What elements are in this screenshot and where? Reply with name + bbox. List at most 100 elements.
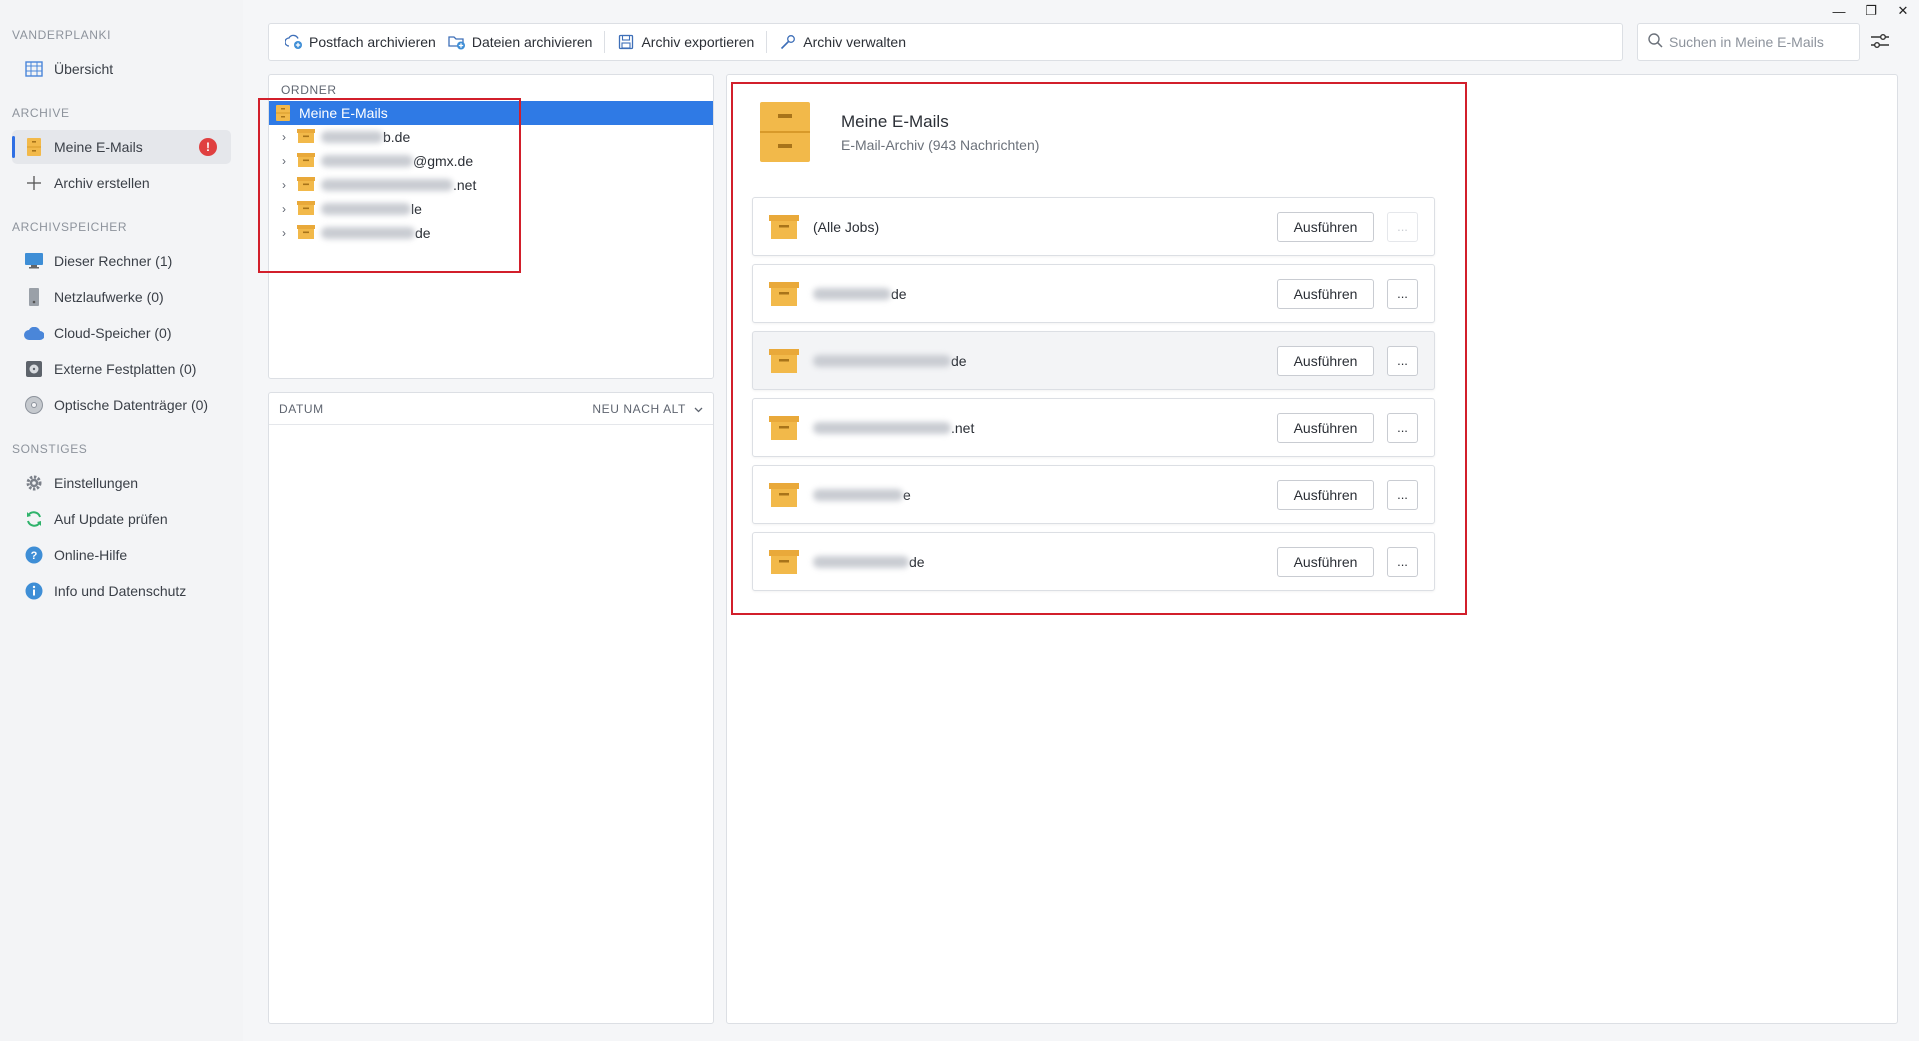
- cloud-add-icon: [285, 33, 303, 51]
- harddrive-icon: [24, 359, 44, 379]
- folder-label: de: [415, 225, 431, 241]
- job-card[interactable]: .net Ausführen ...: [752, 398, 1435, 457]
- archive-mailbox-button[interactable]: Postfach archivieren: [279, 28, 442, 56]
- box-icon: [769, 281, 799, 306]
- sidebar-item-cloud-storage[interactable]: Cloud-Speicher (0): [12, 316, 231, 350]
- job-more-button[interactable]: ...: [1387, 412, 1418, 443]
- search-input[interactable]: [1669, 34, 1849, 50]
- folder-label: b.de: [383, 129, 411, 145]
- gear-icon: [24, 473, 44, 493]
- archive-files-button[interactable]: Dateien archivieren: [442, 28, 599, 56]
- sidebar: VANDERPLANKI Übersicht ARCHIVE Meine E-M…: [0, 0, 243, 1041]
- job-card[interactable]: de Ausführen ...: [752, 331, 1435, 390]
- sort-dropdown[interactable]: NEU NACH ALT: [592, 402, 703, 416]
- folder-item[interactable]: › .net: [269, 173, 713, 197]
- restore-button[interactable]: ❐: [1855, 0, 1887, 22]
- job-label: e: [903, 486, 911, 503]
- sidebar-item-settings[interactable]: Einstellungen: [12, 466, 231, 500]
- disc-icon: [24, 395, 44, 415]
- run-job-button[interactable]: Ausführen: [1277, 412, 1374, 443]
- sidebar-item-network-drives[interactable]: Netzlaufwerke (0): [12, 280, 231, 314]
- job-more-button[interactable]: ...: [1387, 278, 1418, 309]
- search-icon: [1648, 33, 1663, 51]
- sidebar-item-label: Optische Datenträger (0): [54, 397, 209, 413]
- minimize-button[interactable]: —: [1823, 0, 1855, 22]
- sidebar-item-label: Online-Hilfe: [54, 547, 128, 563]
- chevron-right-icon[interactable]: ›: [277, 154, 291, 168]
- cabinet-icon: [275, 105, 293, 121]
- sidebar-item-label: Netzlaufwerke (0): [54, 289, 164, 305]
- sidebar-item-info-privacy[interactable]: Info und Datenschutz: [12, 574, 231, 608]
- box-icon: [769, 214, 799, 239]
- job-card[interactable]: de Ausführen ...: [752, 264, 1435, 323]
- job-more-button[interactable]: ...: [1387, 546, 1418, 577]
- redacted-text: [813, 354, 951, 367]
- chevron-down-icon: [694, 402, 703, 416]
- sidebar-item-label: Auf Update prüfen: [54, 511, 168, 527]
- box-icon: [297, 201, 315, 217]
- sidebar-item-label: Einstellungen: [54, 475, 139, 491]
- folder-item[interactable]: › de: [269, 221, 713, 245]
- job-more-button[interactable]: ...: [1387, 479, 1418, 510]
- sort-label: NEU NACH ALT: [592, 401, 686, 416]
- box-icon: [769, 415, 799, 440]
- box-icon: [769, 482, 799, 507]
- folder-label: le: [411, 201, 422, 217]
- filter-settings-button[interactable]: [1868, 30, 1892, 54]
- sidebar-item-overview[interactable]: Übersicht: [12, 52, 231, 86]
- info-icon: [24, 581, 44, 601]
- box-icon: [297, 153, 315, 169]
- sidebar-item-external-drives[interactable]: Externe Festplatten (0): [12, 352, 231, 386]
- job-list: (Alle Jobs) Ausführen ... de Ausführen .…: [752, 197, 1435, 599]
- folder-label: @gmx.de: [413, 153, 474, 169]
- plus-icon: [24, 173, 44, 193]
- archive-files-label: Dateien archivieren: [471, 34, 593, 50]
- chevron-right-icon[interactable]: ›: [277, 202, 291, 216]
- folder-item[interactable]: › le: [269, 197, 713, 221]
- run-job-button[interactable]: Ausführen: [1277, 278, 1374, 309]
- archive-mailbox-label: Postfach archivieren: [309, 34, 436, 50]
- close-button[interactable]: ✕: [1887, 0, 1919, 22]
- sidebar-item-create-archive[interactable]: Archiv erstellen: [12, 166, 231, 200]
- sidebar-item-online-help[interactable]: ? Online-Hilfe: [12, 538, 231, 572]
- cabinet-icon: [24, 137, 44, 157]
- chevron-right-icon[interactable]: ›: [277, 178, 291, 192]
- sidebar-section-title: ARCHIVE: [12, 106, 70, 120]
- job-more-button: ...: [1387, 211, 1418, 242]
- folder-panel: ORDNER Meine E-Mails › b.de › @gmx.de › …: [268, 74, 714, 379]
- sidebar-item-check-update[interactable]: Auf Update prüfen: [12, 502, 231, 536]
- sidebar-section-title: VANDERPLANKI: [12, 28, 112, 42]
- folder-root[interactable]: Meine E-Mails: [269, 101, 713, 125]
- run-job-button[interactable]: Ausführen: [1277, 546, 1374, 577]
- sidebar-item-my-emails[interactable]: Meine E-Mails !: [12, 130, 231, 164]
- job-label: de: [891, 285, 907, 302]
- grid-icon: [24, 59, 44, 79]
- sidebar-item-this-computer[interactable]: Dieser Rechner (1): [12, 244, 231, 278]
- sidebar-item-optical-media[interactable]: Optische Datenträger (0): [12, 388, 231, 422]
- folder-item[interactable]: › b.de: [269, 125, 713, 149]
- sidebar-item-label: Meine E-Mails: [54, 139, 143, 155]
- sliders-icon: [1870, 33, 1890, 52]
- job-label: de: [909, 553, 925, 570]
- run-job-button[interactable]: Ausführen: [1277, 345, 1374, 376]
- redacted-text: [321, 179, 453, 191]
- folder-panel-header: ORDNER: [281, 83, 337, 97]
- sidebar-item-label: Dieser Rechner (1): [54, 253, 173, 269]
- job-card[interactable]: de Ausführen ...: [752, 532, 1435, 591]
- job-more-button[interactable]: ...: [1387, 345, 1418, 376]
- job-card[interactable]: e Ausführen ...: [752, 465, 1435, 524]
- redacted-text: [813, 287, 891, 300]
- run-job-button[interactable]: Ausführen: [1277, 211, 1374, 242]
- export-archive-button[interactable]: Archiv exportieren: [611, 28, 760, 56]
- chevron-right-icon[interactable]: ›: [277, 130, 291, 144]
- refresh-icon: [24, 509, 44, 529]
- archive-cabinet-icon: [760, 102, 810, 162]
- chevron-right-icon[interactable]: ›: [277, 226, 291, 240]
- manage-archive-button[interactable]: Archiv verwalten: [773, 28, 912, 56]
- box-icon: [769, 348, 799, 373]
- monitor-icon: [24, 251, 44, 271]
- run-job-button[interactable]: Ausführen: [1277, 479, 1374, 510]
- date-panel: DATUM NEU NACH ALT: [268, 392, 714, 1024]
- job-card[interactable]: (Alle Jobs) Ausführen ...: [752, 197, 1435, 256]
- folder-item[interactable]: › @gmx.de: [269, 149, 713, 173]
